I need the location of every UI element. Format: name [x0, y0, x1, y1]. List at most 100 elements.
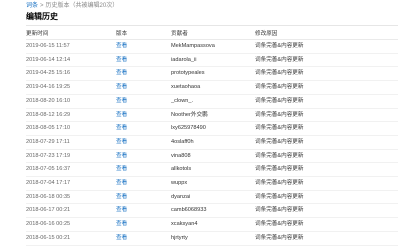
view-version-link[interactable]: 查看	[116, 180, 127, 186]
view-version-link[interactable]: 查看	[116, 43, 127, 49]
view-version-link[interactable]: 查看	[116, 70, 127, 76]
cell-update-time: 2018-08-20 16:10	[26, 94, 116, 109]
table-row: 2019-06-15 11:57 查看 MekMampassova 词条完善&内容更新	[26, 39, 398, 54]
cell-reason: 词条完善&内容更新	[255, 53, 398, 68]
breadcrumb-home-link[interactable]: 词条	[26, 3, 38, 9]
cell-version: 查看	[116, 231, 171, 246]
header-reason: 修改原因	[255, 29, 398, 40]
cell-contributor: wuppx	[171, 176, 255, 191]
table-row: 2018-07-29 17:11 查看 4oslaff0h 词条完善&内容更新	[26, 135, 398, 150]
cell-update-time: 2018-07-29 17:11	[26, 135, 116, 150]
cell-version: 查看	[116, 39, 171, 54]
cell-reason: 词条完善&内容更新	[255, 176, 398, 191]
cell-update-time: 2018-06-15 00:21	[26, 231, 116, 246]
cell-contributor: 4oslaff0h	[171, 135, 255, 150]
cell-version: 查看	[116, 66, 171, 82]
cell-update-time: 2019-06-14 12:14	[26, 53, 116, 68]
table-row: 2019-04-25 15:16 查看 prototypeales 词条完善&内容更新	[26, 66, 398, 82]
view-version-link[interactable]: 查看	[116, 57, 127, 63]
view-version-link[interactable]: 查看	[116, 125, 127, 131]
cell-update-time: 2019-04-16 19:25	[26, 80, 116, 95]
table-row: 2018-07-05 16:37 查看 allkotols 词条完善&内容更新	[26, 162, 398, 178]
history-page: 词条 > 历史版本（共被编辑20次） 编辑历史 更新时间 版本 贡献者 修改原因 2…	[0, 0, 402, 246]
view-version-link[interactable]: 查看	[116, 112, 127, 118]
table-header-row: 更新时间 版本 贡献者 修改原因	[26, 29, 398, 40]
cell-contributor: _clown_.	[171, 94, 255, 109]
cell-reason: 词条完善&内容更新	[255, 135, 398, 150]
cell-reason: 词条完善&内容更新	[255, 190, 398, 205]
cell-update-time: 2019-04-25 15:16	[26, 66, 116, 82]
cell-update-time: 2018-08-12 16:29	[26, 108, 116, 123]
cell-version: 查看	[116, 53, 171, 68]
cell-contributor: xuetaohaoa	[171, 80, 255, 95]
cell-update-time: 2019-06-15 11:57	[26, 39, 116, 54]
cell-reason: 词条完善&内容更新	[255, 94, 398, 109]
cell-contributor: lxy625978490	[171, 121, 255, 136]
cell-update-time: 2018-06-16 00:25	[26, 217, 116, 232]
page-title: 编辑历史	[26, 12, 58, 21]
cell-version: 查看	[116, 108, 171, 123]
cell-update-time: 2018-07-23 17:19	[26, 149, 116, 164]
cell-update-time: 2018-07-04 17:17	[26, 176, 116, 191]
view-version-link[interactable]: 查看	[116, 153, 127, 159]
cell-reason: 词条完善&内容更新	[255, 66, 398, 82]
cell-contributor: hjrtyrty	[171, 231, 255, 246]
cell-contributor: iadarola_ii	[171, 53, 255, 68]
view-version-link[interactable]: 查看	[116, 207, 127, 213]
cell-reason: 词条完善&内容更新	[255, 203, 398, 219]
cell-contributor: dyanzai	[171, 190, 255, 205]
cell-contributor: allkotols	[171, 162, 255, 178]
table-row: 2018-07-23 17:19 查看 vina808 词条完善&内容更新	[26, 149, 398, 164]
view-version-link[interactable]: 查看	[116, 166, 127, 172]
view-version-link[interactable]: 查看	[116, 235, 127, 241]
view-version-link[interactable]: 查看	[116, 221, 127, 227]
cell-contributor: vina808	[171, 149, 255, 164]
table-row: 2019-06-14 12:14 查看 iadarola_ii 词条完善&内容更新	[26, 53, 398, 68]
cell-contributor: xcaksyan4	[171, 217, 255, 232]
breadcrumb-edit-count: （共被编辑20次）	[69, 3, 119, 9]
cell-reason: 词条完善&内容更新	[255, 80, 398, 95]
cell-contributor: prototypeales	[171, 66, 255, 82]
cell-version: 查看	[116, 176, 171, 191]
view-version-link[interactable]: 查看	[116, 139, 127, 145]
cell-update-time: 2018-07-05 16:37	[26, 162, 116, 178]
table-row: 2018-06-18 00:35 查看 dyanzai 词条完善&内容更新	[26, 190, 398, 205]
cell-contributor: Noother外交鹏	[171, 108, 255, 123]
cell-version: 查看	[116, 190, 171, 205]
table-row: 2018-06-17 00:21 查看 camb6068933 词条完善&内容更新	[26, 203, 398, 219]
cell-version: 查看	[116, 121, 171, 136]
cell-reason: 词条完善&内容更新	[255, 162, 398, 178]
history-table: 更新时间 版本 贡献者 修改原因 2019-06-15 11:57 查看 MekMa…	[26, 29, 398, 246]
table-row: 2018-06-15 00:21 查看 hjrtyrty 词条完善&内容更新	[26, 231, 398, 246]
cell-version: 查看	[116, 217, 171, 232]
view-version-link[interactable]: 查看	[116, 84, 127, 90]
cell-version: 查看	[116, 149, 171, 164]
cell-version: 查看	[116, 80, 171, 95]
table-row: 2018-08-20 16:10 查看 _clown_. 词条完善&内容更新	[26, 94, 398, 109]
cell-contributor: MekMampassova	[171, 39, 255, 54]
table-row: 2019-04-16 19:25 查看 xuetaohaoa 词条完善&内容更新	[26, 80, 398, 95]
view-version-link[interactable]: 查看	[116, 98, 127, 104]
cell-reason: 词条完善&内容更新	[255, 108, 398, 123]
table-row: 2018-08-12 16:29 查看 Noother外交鹏 词条完善&内容更新	[26, 108, 398, 123]
title-divider	[26, 25, 398, 26]
cell-update-time: 2018-06-17 00:21	[26, 203, 116, 219]
header-update-time: 更新时间	[26, 29, 116, 40]
cell-version: 查看	[116, 135, 171, 150]
breadcrumb-current: 历史版本	[45, 3, 70, 9]
cell-reason: 词条完善&内容更新	[255, 149, 398, 164]
cell-reason: 词条完善&内容更新	[255, 39, 398, 54]
breadcrumb-separator: >	[40, 3, 44, 9]
table-row: 2018-08-05 17:10 查看 lxy625978490 词条完善&内容更新	[26, 121, 398, 136]
breadcrumb: 词条 > 历史版本（共被编辑20次）	[26, 2, 402, 10]
cell-contributor: camb6068933	[171, 203, 255, 219]
header-version: 版本	[116, 29, 171, 40]
cell-reason: 词条完善&内容更新	[255, 217, 398, 232]
cell-version: 查看	[116, 94, 171, 109]
cell-update-time: 2018-08-05 17:10	[26, 121, 116, 136]
cell-update-time: 2018-06-18 00:35	[26, 190, 116, 205]
cell-reason: 词条完善&内容更新	[255, 121, 398, 136]
view-version-link[interactable]: 查看	[116, 194, 127, 200]
header-contributor: 贡献者	[171, 29, 255, 40]
cell-version: 查看	[116, 203, 171, 219]
